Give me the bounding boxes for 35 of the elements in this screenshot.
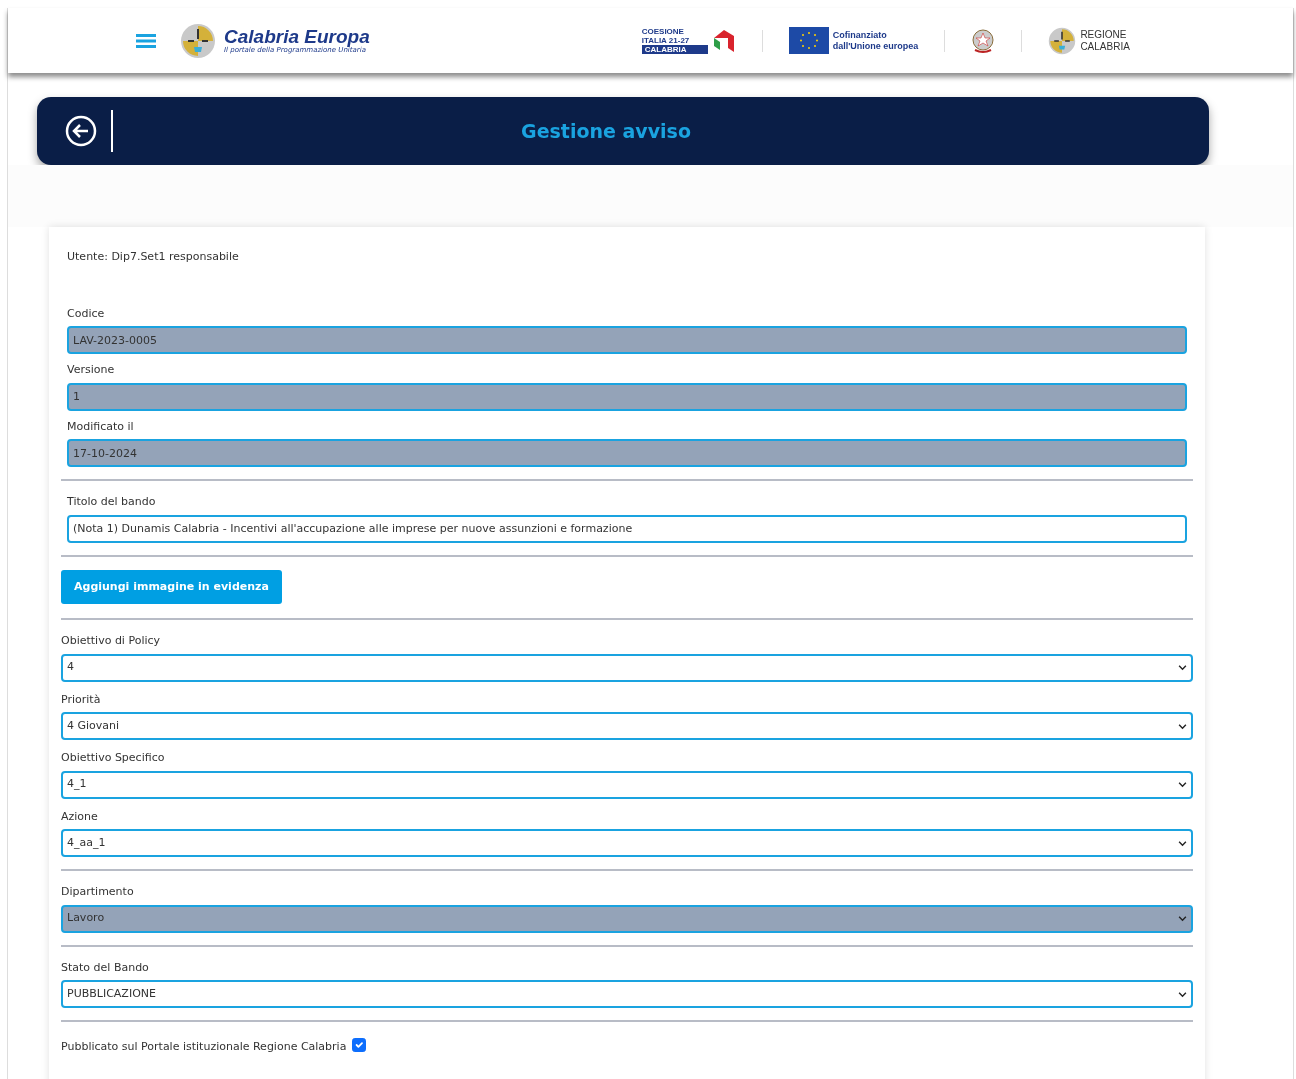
field-label: Stato del Bando: [61, 959, 150, 976]
eu-flag-icon: [788, 27, 829, 54]
regione-text: REGIONE: [1080, 29, 1128, 41]
region-tag: CALABRIA: [641, 45, 708, 55]
menu-icon[interactable]: [136, 32, 156, 49]
dropdown[interactable]: 4_1: [61, 770, 1193, 799]
user-label: Utente: Dip7.Set1 responsabile: [66, 249, 240, 265]
coesione-text: COESIONE: [641, 26, 685, 36]
field-label: Titolo del bando: [67, 494, 157, 510]
field-label: Priorità: [61, 691, 102, 708]
coesione-text: ITALIA: [641, 35, 667, 45]
eu-text: Cofinanziato: [832, 30, 888, 41]
field-label: Dipartimento: [61, 884, 135, 900]
field-label: Obiettivo Specifico: [61, 750, 166, 766]
emblem-icon: [1048, 26, 1077, 55]
eu-text: dall'Unione europea: [832, 40, 919, 51]
years-text: 21-27: [668, 35, 690, 45]
page-title: Gestione avviso: [520, 118, 692, 144]
dropdown[interactable]: 4 Giovani: [61, 712, 1193, 740]
dropdown[interactable]: 4: [61, 653, 1193, 682]
regione-text: CALABRIA: [1080, 40, 1130, 52]
checkbox-label: Pubblicato sul Portale istituzionale Regione Calabria: [61, 1039, 347, 1053]
field-label: Obiettivo di Policy: [61, 633, 162, 649]
dropdown[interactable]: PUBBLICAZIONE: [61, 980, 1193, 1008]
emblem-icon: [971, 27, 996, 54]
field-label: Azione: [61, 808, 99, 825]
field-label: Modificato il: [67, 418, 135, 435]
input-field[interactable]: (Nota 1) Dunamis Calabria - Incentivi all'accupazione alle imprese per nuove assunzioni e formazione: [67, 514, 1187, 543]
checkbox[interactable]: [352, 1037, 367, 1052]
dropdown[interactable]: 4_aa_1: [61, 829, 1193, 857]
arrows-logo-icon: [711, 27, 736, 54]
field-label: Versione: [67, 362, 116, 378]
brand-title: Calabria Europa: [224, 26, 370, 46]
field-label: Codice: [67, 305, 106, 322]
emblem-icon: [180, 22, 216, 59]
